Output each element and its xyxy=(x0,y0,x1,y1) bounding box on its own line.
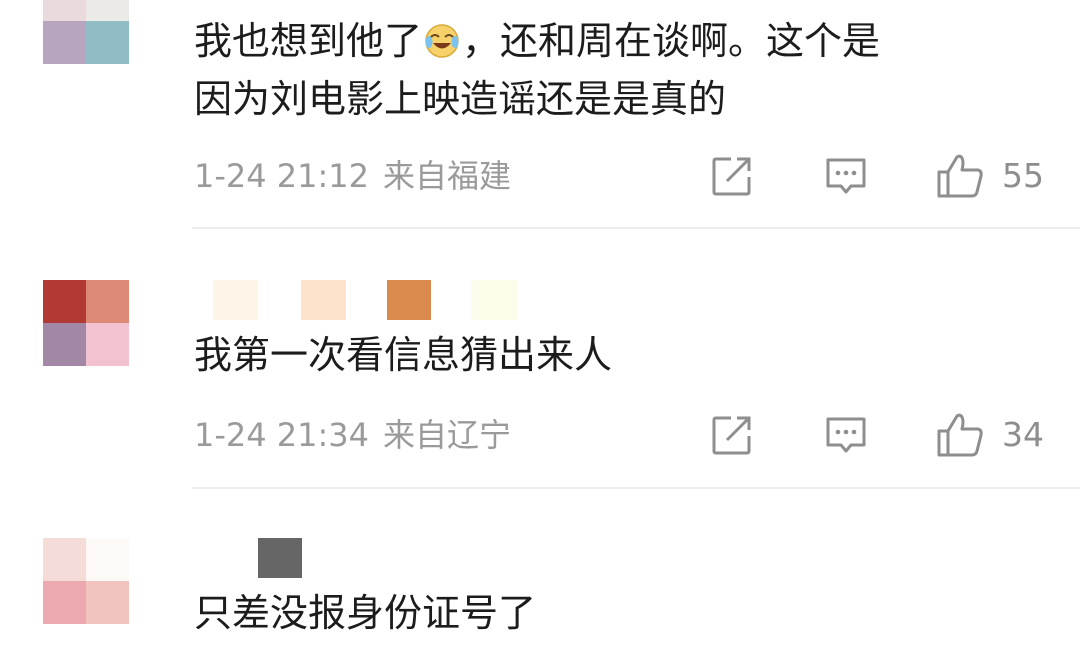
reply-button[interactable] xyxy=(825,415,867,457)
comment-region: 来自辽宁 xyxy=(383,416,512,454)
avatar-pixel xyxy=(86,581,129,624)
avatar-pixel xyxy=(43,581,86,624)
comment-icon xyxy=(826,417,866,453)
redacted-block xyxy=(213,280,258,320)
avatar[interactable] xyxy=(43,280,129,366)
face-with-tears-of-joy-icon xyxy=(425,24,459,58)
avatar-pixel xyxy=(43,538,86,581)
comment-meta: 1-24 21:34 来自辽宁 xyxy=(194,415,511,455)
comment-text: 我也想到他了 ，还和周在谈啊。这个是 因为刘电影上映造谣还是是真的 xyxy=(194,12,880,128)
reply-button[interactable] xyxy=(825,156,867,198)
redacted-block xyxy=(471,280,517,320)
thumbs-up-icon xyxy=(937,154,983,198)
divider xyxy=(192,487,1080,489)
like-button[interactable]: 55 xyxy=(936,153,1044,199)
comment-time: 1-24 21:12 xyxy=(194,157,370,195)
like-count: 55 xyxy=(1002,156,1044,195)
avatar-pixel xyxy=(86,21,129,64)
comment-time: 1-24 21:34 xyxy=(194,416,370,454)
comment-icon xyxy=(826,158,866,194)
comment-region: 来自福建 xyxy=(383,157,512,195)
share-icon xyxy=(712,157,751,196)
like-button[interactable]: 34 xyxy=(936,412,1044,458)
like-count: 34 xyxy=(1002,415,1044,454)
divider xyxy=(192,227,1080,229)
avatar[interactable] xyxy=(43,538,129,624)
avatar-pixel xyxy=(86,538,129,581)
share-button[interactable] xyxy=(711,155,753,197)
avatar-pixel xyxy=(86,323,129,366)
avatar-pixel xyxy=(43,280,86,323)
redacted-block xyxy=(301,280,346,320)
comment-meta: 1-24 21:12 来自福建 xyxy=(194,156,511,196)
thumbs-up-icon xyxy=(937,413,983,457)
share-icon xyxy=(712,416,751,455)
avatar-pixel xyxy=(86,280,129,323)
avatar[interactable] xyxy=(43,0,129,64)
avatar-pixel xyxy=(43,323,86,366)
avatar-pixel xyxy=(86,0,129,21)
username-redacted[interactable] xyxy=(213,280,533,320)
avatar-pixel xyxy=(43,0,86,21)
avatar-pixel xyxy=(43,21,86,64)
username-redacted[interactable] xyxy=(213,538,333,578)
comment-text: 我第一次看信息猜出来人 xyxy=(194,333,613,377)
redacted-block xyxy=(387,280,431,320)
share-button[interactable] xyxy=(711,414,753,456)
redacted-block xyxy=(258,538,302,578)
comment-text-part: 我也想到他了 xyxy=(194,19,423,63)
comment-text: 只差没报身份证号了 xyxy=(194,591,537,635)
